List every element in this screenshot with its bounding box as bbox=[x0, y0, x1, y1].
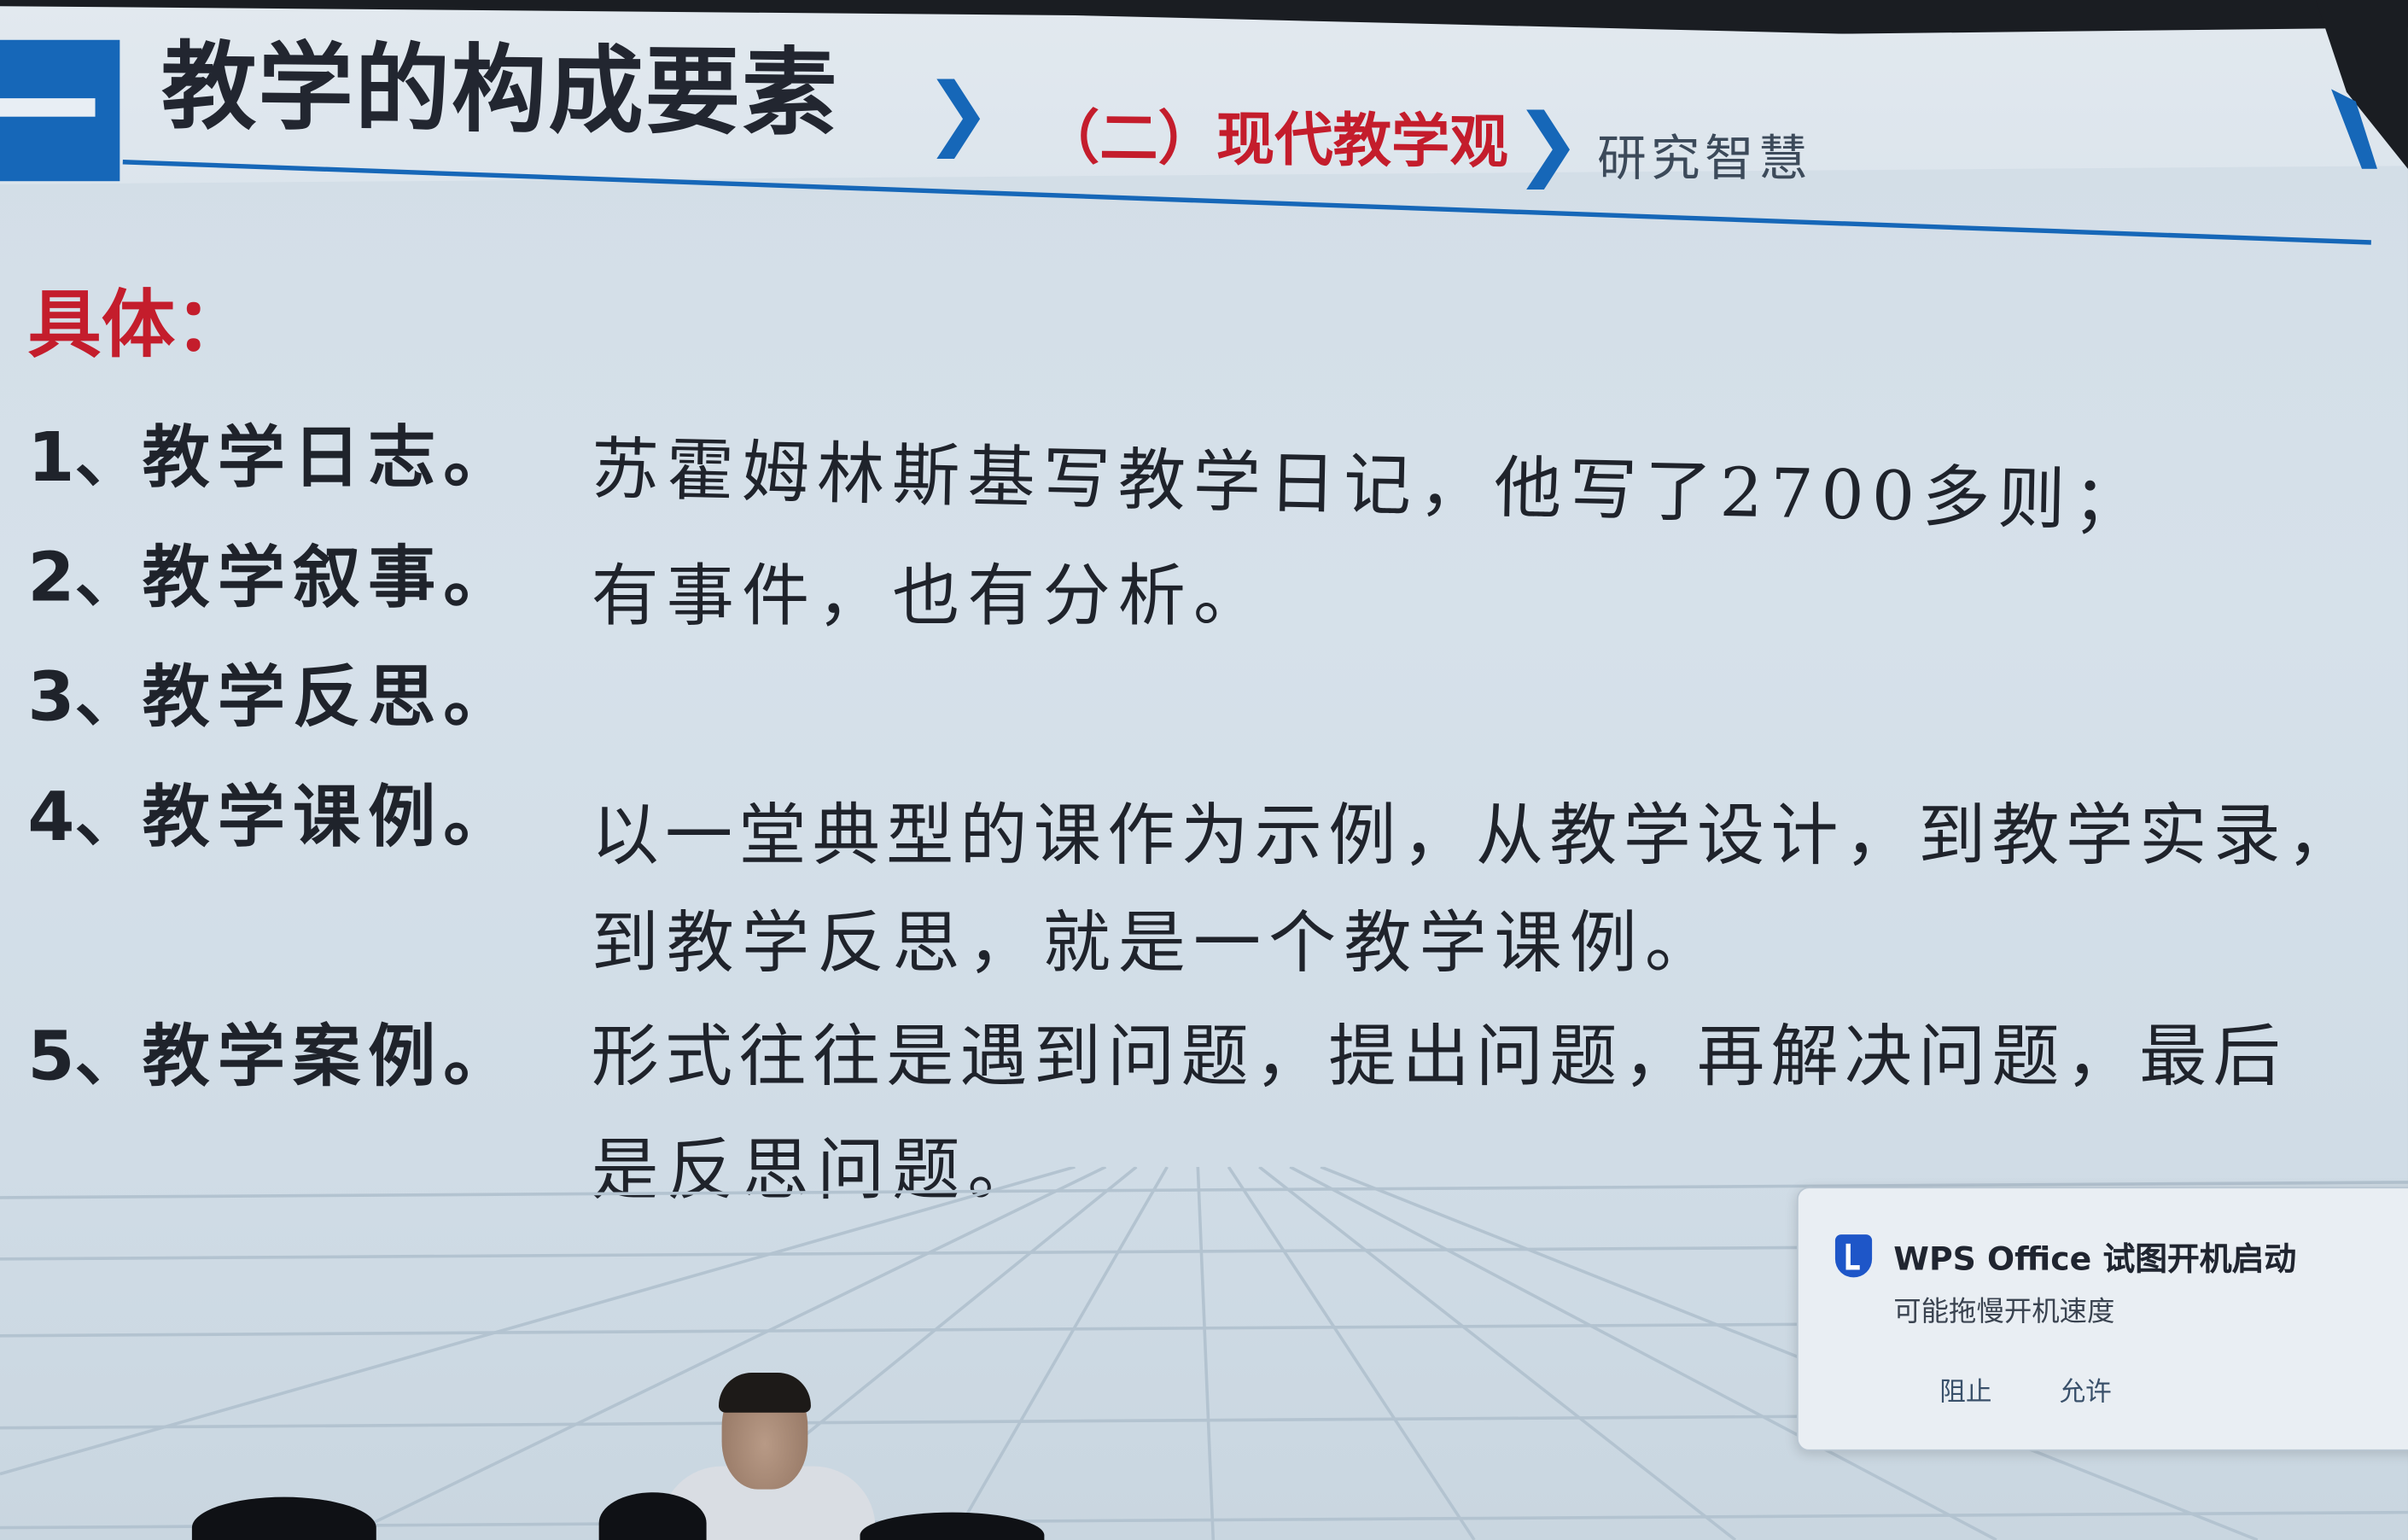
item-label: 教学反思。 bbox=[142, 658, 519, 738]
section-marker bbox=[0, 39, 120, 182]
screen-right-edge bbox=[2316, 0, 2408, 169]
list-item: 5、教学案例。 bbox=[27, 1001, 518, 1100]
presenter-hair bbox=[718, 1372, 811, 1413]
screen-top-edge bbox=[0, 0, 2408, 34]
item-label: 教学课例。 bbox=[142, 778, 519, 857]
breadcrumb-topic: 研究智慧 bbox=[1597, 129, 1812, 188]
item-text: 有事件，也有分析。 bbox=[591, 557, 1269, 636]
item-text: 苏霍姆林斯基写教学日记，他写了2700多则； bbox=[590, 430, 2149, 542]
item-text: 到教学反思，就是一个教学课例。 bbox=[591, 904, 1720, 983]
subheading: 具体： bbox=[27, 282, 249, 369]
list-item: 4、教学课例。 bbox=[27, 761, 518, 860]
item-label: 教学案例。 bbox=[142, 1018, 519, 1097]
startup-notification: WPS Office 试图开机启动 可能拖慢开机速度 阻止 允许 bbox=[1796, 1187, 2408, 1451]
projected-slide: 教学的构成要素 ❯ （二）现代教学观 ❯ 研究智慧 具体： 1、教学日志。 苏霍… bbox=[0, 0, 2408, 1540]
shield-icon bbox=[1834, 1234, 1873, 1278]
item-number: 1、 bbox=[27, 419, 143, 498]
item-number: 3、 bbox=[27, 658, 143, 738]
chevron-right-icon: ❯ bbox=[1513, 98, 1582, 191]
item-label: 教学叙事。 bbox=[142, 539, 519, 618]
block-button[interactable]: 阻止 bbox=[1939, 1369, 1991, 1408]
item-number: 5、 bbox=[27, 1018, 143, 1097]
item-number: 4、 bbox=[27, 778, 143, 857]
allow-button[interactable]: 允许 bbox=[2060, 1369, 2112, 1408]
breadcrumb-section: （二）现代教学观 bbox=[1041, 103, 1508, 177]
notification-message: 可能拖慢开机速度 bbox=[1893, 1296, 2115, 1328]
list-item: 3、教学反思。 bbox=[27, 642, 518, 740]
list-item: 1、教学日志。 bbox=[27, 402, 518, 500]
item-label: 教学日志。 bbox=[142, 419, 519, 498]
item-text: 以一堂典型的课作为示例，从教学设计，到教学实录， bbox=[591, 796, 2361, 876]
chevron-right-icon: ❯ bbox=[924, 67, 992, 160]
notification-title: WPS Office 试图开机启动 bbox=[1893, 1240, 2297, 1278]
item-text: 形式往往是遇到问题，提出问题，再解决问题，最后 bbox=[591, 1018, 2287, 1097]
list-item: 2、教学叙事。 bbox=[27, 522, 518, 621]
item-number: 2、 bbox=[27, 539, 143, 618]
